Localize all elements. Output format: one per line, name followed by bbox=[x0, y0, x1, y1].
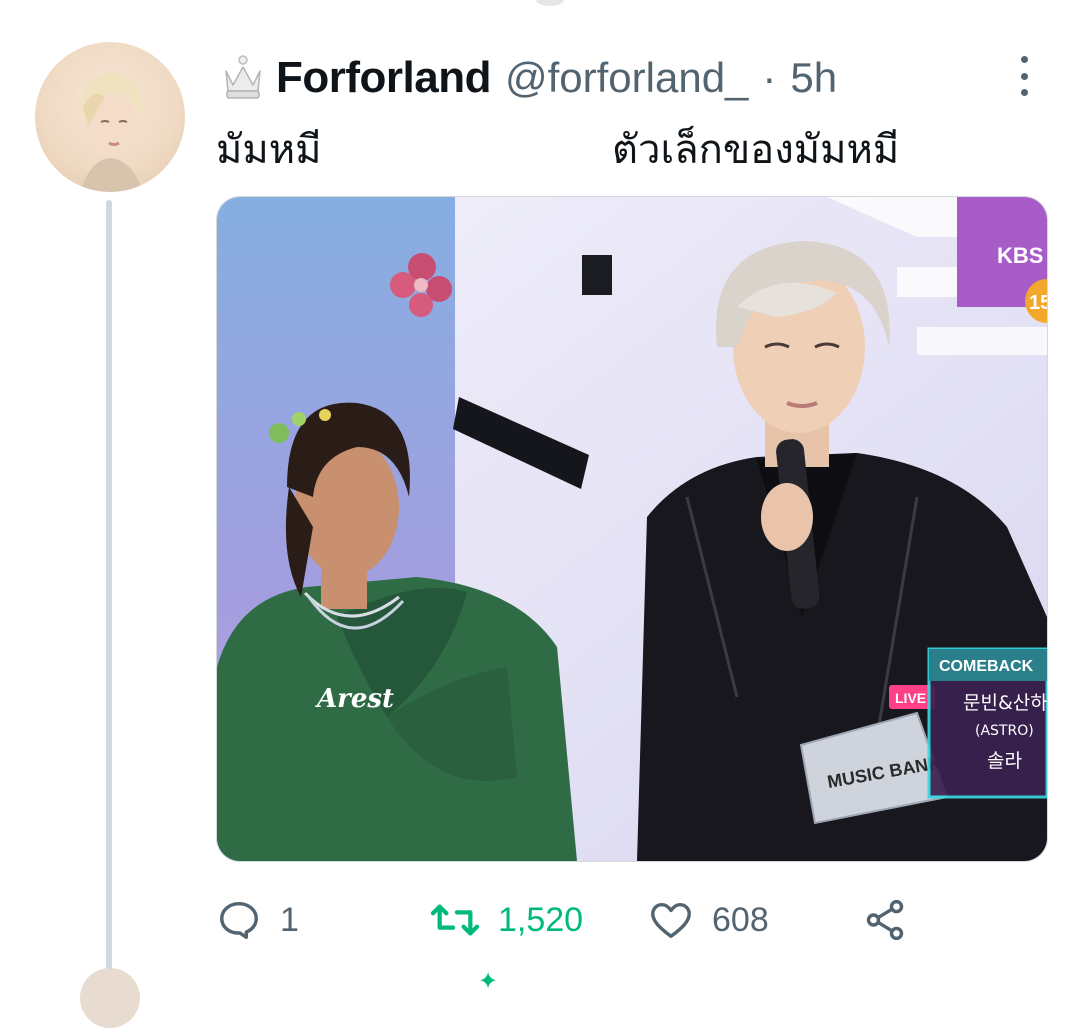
thread-line bbox=[106, 200, 112, 985]
user-handle[interactable]: @forforland_ bbox=[505, 54, 748, 102]
reply-button[interactable]: 1 bbox=[216, 890, 299, 950]
display-name[interactable]: Forforland bbox=[276, 53, 491, 103]
comeback-artist: 문빈&산하 bbox=[963, 692, 1047, 714]
retweet-count: 1,520 bbox=[498, 900, 584, 939]
next-tweet-avatar[interactable] bbox=[80, 968, 140, 1028]
tweet-actions: 1 1,520 608 bbox=[216, 890, 1016, 950]
heart-icon bbox=[651, 902, 691, 939]
tweet-time[interactable]: 5h bbox=[790, 54, 837, 102]
comeback-group: (ASTRO) bbox=[975, 723, 1034, 739]
more-icon[interactable] bbox=[1012, 56, 1036, 96]
retweet-icon bbox=[430, 904, 480, 936]
tweet-text-right: ตัวเล็กของมัมหมี bbox=[612, 127, 900, 173]
tweet-text-left: มัมหมี bbox=[216, 127, 322, 173]
comeback-next: 솔라 bbox=[987, 750, 1022, 772]
reply-icon bbox=[220, 901, 258, 939]
live-label: LIVE bbox=[895, 690, 926, 706]
stage-block bbox=[582, 255, 612, 295]
avatar-portrait bbox=[80, 72, 143, 192]
age-rating: 15 bbox=[1029, 292, 1047, 314]
tweet-header: Forforland @forforland_ · 5h bbox=[218, 50, 837, 106]
like-count: 608 bbox=[712, 900, 769, 939]
top-partial-icon bbox=[536, 0, 564, 6]
share-icon bbox=[866, 899, 904, 941]
like-button[interactable]: 608 bbox=[648, 890, 769, 950]
crown-icon bbox=[225, 55, 261, 99]
reply-count: 1 bbox=[280, 900, 299, 939]
comeback-title: COMEBACK bbox=[939, 658, 1034, 675]
author-avatar[interactable] bbox=[35, 42, 185, 192]
shirt-print: Arest bbox=[314, 684, 394, 714]
retweet-button[interactable]: 1,520 bbox=[430, 890, 583, 950]
separator-dot: · bbox=[762, 54, 777, 101]
share-button[interactable] bbox=[862, 890, 908, 950]
media-scene: KBS 15 Arest bbox=[217, 197, 1047, 861]
tweet-media-image[interactable]: KBS 15 Arest bbox=[216, 196, 1048, 862]
tweet-text: มัมหมี ตัวเล็กของมัมหมี bbox=[216, 122, 996, 178]
kbs-logo: KBS bbox=[997, 243, 1043, 268]
